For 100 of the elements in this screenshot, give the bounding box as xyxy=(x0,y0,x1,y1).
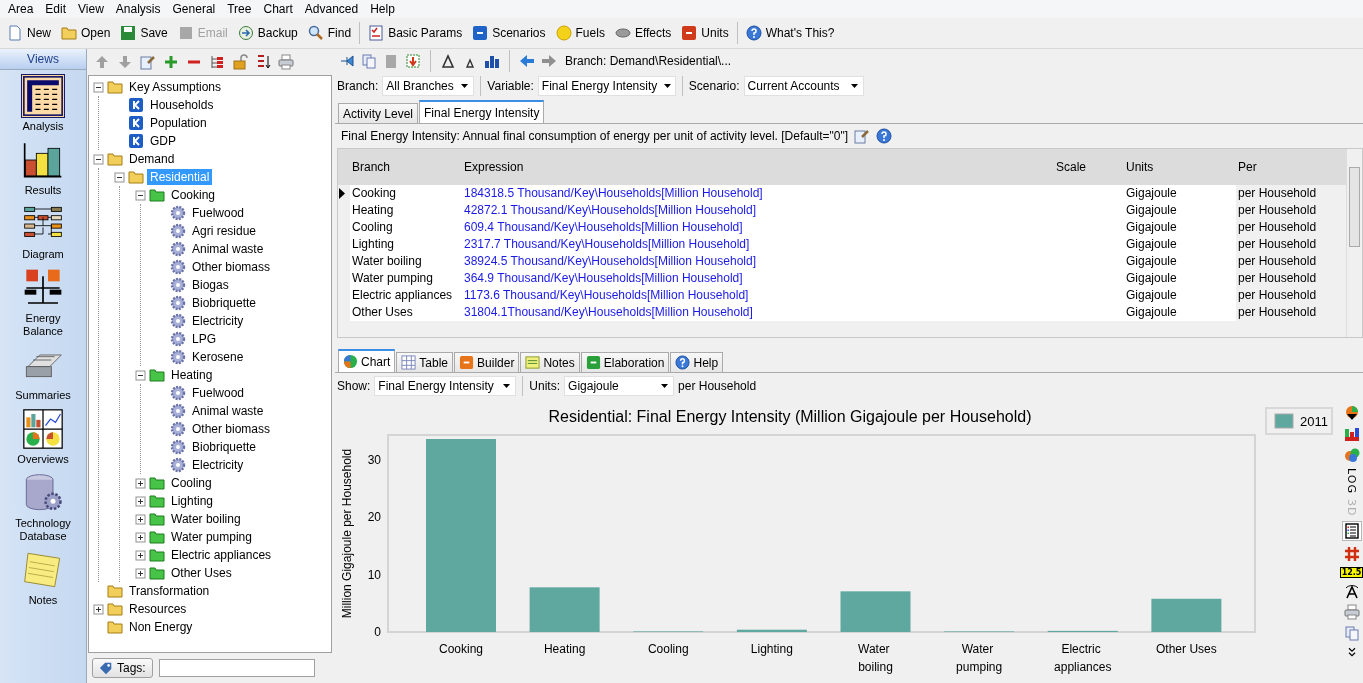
tab[interactable]: Activity Level xyxy=(338,103,419,123)
dropdown[interactable]: Current Accounts xyxy=(743,76,864,96)
gear-icon[interactable] xyxy=(170,403,186,419)
forward-arrow-icon[interactable] xyxy=(541,53,557,69)
tree-node[interactable]: Water boiling xyxy=(168,511,244,527)
circles-icon[interactable] xyxy=(1343,447,1360,463)
gear-icon[interactable] xyxy=(170,295,186,311)
tree-node[interactable]: Cooking xyxy=(168,187,219,203)
key-tile-icon[interactable] xyxy=(128,133,144,149)
column-header[interactable]: Units xyxy=(1124,160,1236,174)
tree-node[interactable]: Electric appliances xyxy=(168,547,275,563)
tab[interactable]: Chart xyxy=(338,349,396,372)
import-icon[interactable] xyxy=(405,53,421,69)
log-button[interactable]: LOG xyxy=(1345,468,1358,494)
folder-icon[interactable] xyxy=(149,187,165,203)
menu-item[interactable]: Help xyxy=(364,2,401,16)
gear-icon[interactable] xyxy=(170,331,186,347)
edit-icon[interactable] xyxy=(854,128,871,144)
menu-item[interactable]: Tree xyxy=(221,2,258,16)
tree-node[interactable]: Transformation xyxy=(126,583,213,599)
help-icon[interactable] xyxy=(876,128,893,144)
tree-node[interactable]: Biobriquette xyxy=(189,439,260,455)
view-button[interactable]: Notes xyxy=(1,544,85,608)
menu-item[interactable]: Analysis xyxy=(109,2,167,16)
gear-icon[interactable] xyxy=(170,223,186,239)
expand-toggle[interactable] xyxy=(135,477,146,489)
expand-toggle[interactable] xyxy=(135,549,146,561)
view-button[interactable]: Summaries xyxy=(1,339,85,403)
gear-icon[interactable] xyxy=(170,457,186,473)
tree-node[interactable]: Lighting xyxy=(168,493,217,509)
gear-icon[interactable] xyxy=(170,385,186,401)
tree-node[interactable]: Cooling xyxy=(168,475,215,491)
dropdown[interactable]: Final Energy Intensity xyxy=(537,76,676,96)
gear-icon[interactable] xyxy=(170,313,186,329)
toolbar-button[interactable]: Find xyxy=(302,21,357,45)
expand-toggle[interactable] xyxy=(135,513,146,525)
tree-node[interactable]: Water pumping xyxy=(168,529,255,545)
rotate-icon[interactable] xyxy=(1343,583,1360,600)
view-button[interactable]: Analysis xyxy=(1,70,85,134)
tree-node[interactable]: LPG xyxy=(189,331,219,347)
view-button[interactable]: Energy Balance xyxy=(1,262,85,339)
tree-node[interactable]: Animal waste xyxy=(189,241,267,257)
expand-toggle[interactable] xyxy=(135,567,146,579)
column-header[interactable]: Expression xyxy=(462,160,1054,174)
key-tile-icon[interactable] xyxy=(128,115,144,131)
toolbar-button[interactable]: Save xyxy=(115,21,173,45)
view-button[interactable]: Technology Database xyxy=(1,467,85,544)
value-labels-button[interactable]: 12.5 xyxy=(1339,567,1363,579)
plus-icon[interactable] xyxy=(163,54,179,70)
bar-chart-icon[interactable] xyxy=(484,53,500,69)
gear-icon[interactable] xyxy=(170,259,186,275)
expand-toggle[interactable] xyxy=(135,189,146,201)
folder-icon[interactable] xyxy=(149,493,165,509)
folder-icon[interactable] xyxy=(149,367,165,383)
tree-node[interactable]: Other Uses xyxy=(168,565,235,581)
tree-node[interactable]: Fuelwood xyxy=(189,205,248,221)
toolbar-button[interactable]: Open xyxy=(56,21,116,45)
dropdown[interactable]: Gigajoule xyxy=(564,376,675,396)
tree-node[interactable]: GDP xyxy=(147,133,179,149)
tree-node[interactable]: Fuelwood xyxy=(189,385,248,401)
scrollbar[interactable] xyxy=(1346,149,1362,337)
gear-icon[interactable] xyxy=(170,421,186,437)
toolbar-button[interactable]: Backup xyxy=(232,21,303,45)
triangle-icon[interactable] xyxy=(440,53,456,69)
copy-icon[interactable] xyxy=(361,53,377,69)
menu-item[interactable]: View xyxy=(72,2,110,16)
tags-button[interactable]: Tags: xyxy=(92,658,153,678)
expand-toggle[interactable] xyxy=(114,171,125,183)
tab[interactable]: Table xyxy=(396,352,454,372)
expand-toggle[interactable] xyxy=(135,369,146,381)
tree-node[interactable]: Population xyxy=(147,115,210,131)
tab[interactable]: Final Energy Intensity xyxy=(419,100,545,123)
gear-icon[interactable] xyxy=(170,439,186,455)
menu-item[interactable]: Advanced xyxy=(298,2,365,16)
bar-chart-icon[interactable] xyxy=(1343,426,1360,442)
folder-icon[interactable] xyxy=(149,475,165,491)
hash-icon[interactable] xyxy=(1343,546,1360,563)
tree-node[interactable]: Households xyxy=(147,97,217,113)
toolbar-button[interactable]: What's This? xyxy=(740,21,840,45)
expand-toggle[interactable] xyxy=(93,81,104,93)
tree-node[interactable]: Heating xyxy=(168,367,216,383)
back-arrow-icon[interactable] xyxy=(519,53,535,69)
expand-toggle[interactable] xyxy=(135,531,146,543)
gear-icon[interactable] xyxy=(170,277,186,293)
legend-toggle[interactable] xyxy=(1341,521,1362,542)
expand-toggle[interactable] xyxy=(93,603,104,615)
tree-node[interactable]: Electricity xyxy=(189,457,247,473)
tree-node[interactable]: Non Energy xyxy=(126,619,196,635)
folder-icon[interactable] xyxy=(149,565,165,581)
expand-toggle[interactable] xyxy=(135,495,146,507)
tree-node[interactable]: Other biomass xyxy=(189,259,274,275)
folder-icon[interactable] xyxy=(149,529,165,545)
gear-icon[interactable] xyxy=(170,205,186,221)
toolbar-button[interactable]: New xyxy=(2,21,56,45)
view-button[interactable]: Diagram xyxy=(1,198,85,262)
tree-node[interactable]: Other biomass xyxy=(189,421,274,437)
printer-icon[interactable] xyxy=(278,54,294,70)
pin-icon[interactable] xyxy=(339,53,355,69)
tab[interactable]: Builder xyxy=(454,352,520,372)
tree-node[interactable]: Electricity xyxy=(189,313,247,329)
